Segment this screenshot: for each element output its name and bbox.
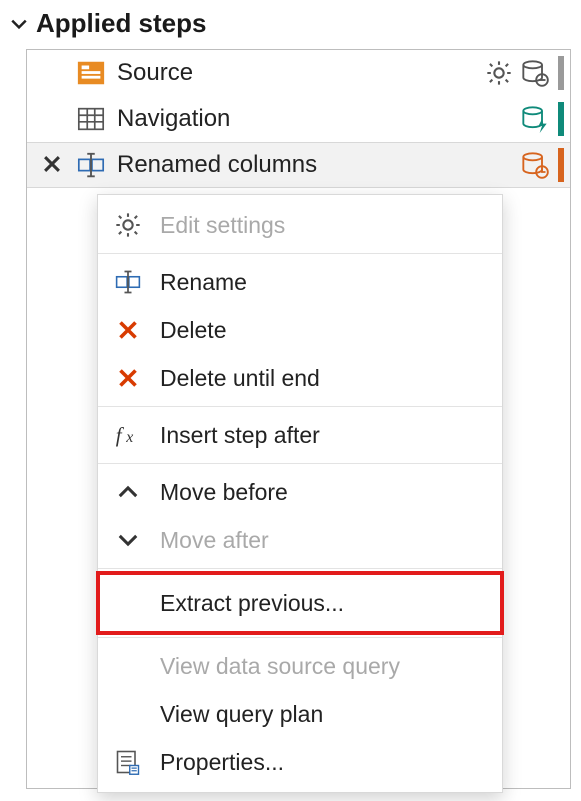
menu-view-query-plan[interactable]: View query plan: [98, 690, 502, 738]
side-mark: [558, 56, 564, 90]
chevron-down-icon: [10, 15, 28, 33]
menu-label: Move after: [160, 527, 269, 554]
step-label: Renamed columns: [117, 151, 520, 179]
menu-label: Extract previous...: [160, 590, 344, 617]
db-clock-icon[interactable]: [520, 150, 550, 180]
db-minus-icon[interactable]: [520, 58, 550, 88]
menu-insert-step-after[interactable]: f x Insert step after: [98, 411, 502, 459]
db-bolt-icon[interactable]: [520, 104, 550, 134]
menu-properties[interactable]: Properties...: [98, 738, 502, 786]
applied-steps-header[interactable]: Applied steps: [0, 0, 581, 49]
step-row-source[interactable]: Source: [27, 50, 570, 96]
rename-icon: [75, 149, 107, 181]
step-actions: [520, 102, 564, 136]
step-label: Navigation: [117, 105, 520, 133]
step-row-navigation[interactable]: Navigation: [27, 96, 570, 142]
context-menu: Edit settings Rename Delete: [97, 194, 503, 793]
delete-step-icon[interactable]: [37, 149, 67, 179]
side-mark: [558, 148, 564, 182]
menu-separator: [98, 406, 502, 407]
menu-separator: [98, 637, 502, 638]
menu-label: Edit settings: [160, 212, 285, 239]
menu-delete[interactable]: Delete: [98, 306, 502, 354]
menu-label: View data source query: [160, 653, 400, 680]
menu-label: Insert step after: [160, 422, 320, 449]
step-row-renamed-columns[interactable]: Renamed columns: [27, 142, 570, 188]
step-actions: [520, 148, 564, 182]
menu-label: Move before: [160, 479, 288, 506]
menu-separator: [98, 253, 502, 254]
menu-label: Properties...: [160, 749, 284, 776]
table-icon: [75, 103, 107, 135]
x-icon: [112, 362, 144, 394]
menu-rename[interactable]: Rename: [98, 258, 502, 306]
menu-label: View query plan: [160, 701, 323, 728]
menu-move-before[interactable]: Move before: [98, 468, 502, 516]
chevron-down-icon: [112, 524, 144, 556]
menu-label: Rename: [160, 269, 247, 296]
menu-label: Delete: [160, 317, 226, 344]
menu-separator: [98, 463, 502, 464]
menu-label: Delete until end: [160, 365, 320, 392]
menu-view-data-source-query: View data source query: [98, 642, 502, 690]
rename-icon: [112, 266, 144, 298]
svg-text:f: f: [116, 423, 125, 447]
side-mark: [558, 102, 564, 136]
menu-delete-until-end[interactable]: Delete until end: [98, 354, 502, 402]
gear-icon[interactable]: [484, 58, 514, 88]
step-actions: [484, 56, 564, 90]
fx-icon: f x: [112, 419, 144, 451]
x-icon: [112, 314, 144, 346]
menu-separator: [98, 568, 502, 569]
source-icon: [75, 57, 107, 89]
panel-title: Applied steps: [36, 8, 206, 39]
step-label: Source: [117, 59, 484, 87]
chevron-up-icon: [112, 476, 144, 508]
menu-edit-settings: Edit settings: [98, 201, 502, 249]
menu-extract-previous[interactable]: Extract previous...: [98, 573, 502, 633]
svg-text:x: x: [125, 429, 133, 446]
gear-icon: [112, 209, 144, 241]
menu-move-after: Move after: [98, 516, 502, 564]
steps-list: Source: [26, 49, 571, 789]
properties-icon: [112, 746, 144, 778]
